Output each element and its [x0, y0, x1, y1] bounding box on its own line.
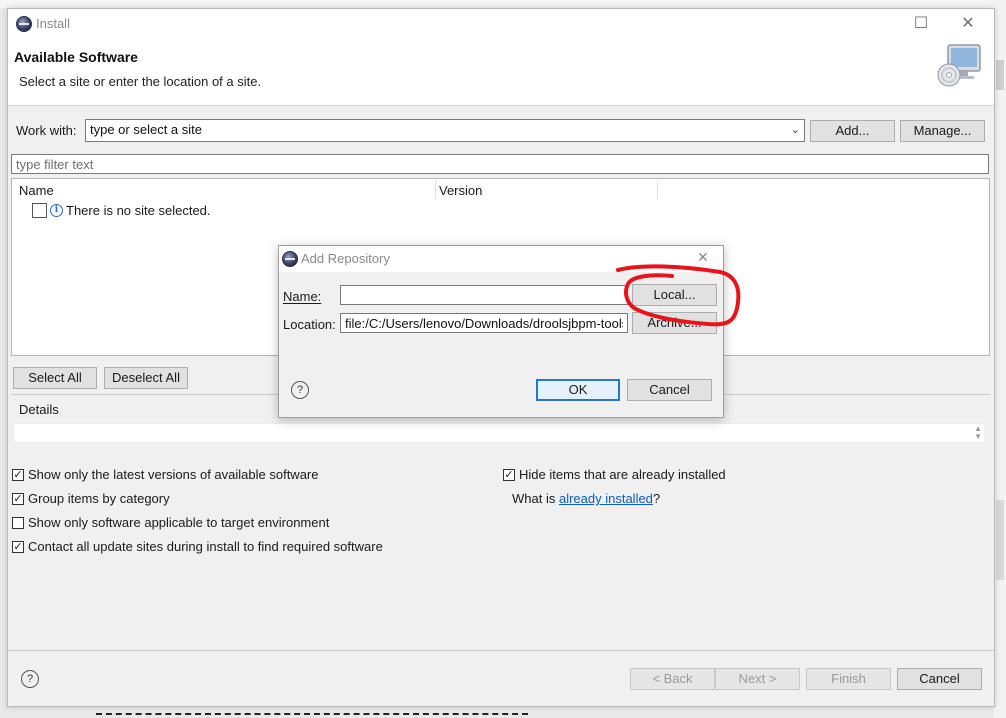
next-button[interactable]: Next > — [715, 668, 800, 690]
option-label: Hide items that are already installed — [519, 467, 726, 482]
table-row[interactable]: i There is no site selected. — [32, 201, 432, 219]
details-area[interactable]: ▲ ▼ — [13, 423, 985, 443]
dialog-cancel-button[interactable]: Cancel — [627, 379, 712, 401]
already-installed-link[interactable]: already installed — [559, 491, 653, 506]
checkbox[interactable]: ✓ — [12, 493, 24, 505]
help-icon[interactable]: ? — [291, 381, 309, 399]
help-icon[interactable]: ? — [21, 670, 39, 688]
filter-input[interactable] — [11, 154, 989, 174]
background-app-strip — [0, 0, 1006, 8]
cancel-button[interactable]: Cancel — [897, 668, 982, 690]
background-app-right — [994, 0, 1006, 718]
checkbox[interactable]: ✓ — [12, 469, 24, 481]
details-label: Details — [19, 402, 59, 417]
scroll-arrows-icon[interactable]: ▲ ▼ — [974, 425, 982, 441]
page-title: Available Software — [14, 49, 138, 65]
title-bar[interactable]: Install ☐ ✕ — [8, 9, 994, 39]
deselect-all-button[interactable]: Deselect All — [104, 367, 188, 389]
footer-separator — [8, 650, 994, 651]
option-hide-installed[interactable]: ✓ Hide items that are already installed — [503, 467, 903, 483]
option-label: Show only software applicable to target … — [28, 515, 330, 530]
option-label: Group items by category — [28, 491, 170, 506]
finish-button[interactable]: Finish — [806, 668, 891, 690]
row-checkbox[interactable] — [32, 203, 47, 218]
row-name: There is no site selected. — [66, 203, 211, 218]
eclipse-icon — [16, 16, 32, 32]
page-subtitle: Select a site or enter the location of a… — [19, 74, 262, 89]
name-label: Name: — [283, 289, 322, 304]
checkbox[interactable] — [12, 517, 24, 529]
work-with-combo[interactable]: type or select a site ⌄ — [85, 119, 805, 142]
checkbox[interactable]: ✓ — [503, 469, 515, 481]
install-banner-icon — [936, 43, 982, 89]
manage-sites-button[interactable]: Manage... — [900, 120, 985, 142]
select-all-button[interactable]: Select All — [13, 367, 97, 389]
location-input[interactable] — [340, 313, 628, 333]
window-title: Install — [36, 16, 70, 31]
red-annotation-circle — [616, 264, 741, 327]
background-scroll-mark — [996, 60, 1004, 90]
option-target-environment[interactable]: Show only software applicable to target … — [12, 515, 492, 531]
info-icon: i — [50, 204, 63, 217]
option-group-by-category[interactable]: ✓ Group items by category — [12, 491, 492, 507]
name-input[interactable] — [340, 285, 628, 305]
option-label: Contact all update sites during install … — [28, 539, 383, 554]
chevron-down-icon[interactable]: ⌄ — [791, 120, 800, 140]
option-label: Show only the latest versions of availab… — [28, 467, 319, 482]
what-is-installed-text: What is already installed? — [512, 491, 660, 506]
column-header-name[interactable]: Name — [19, 183, 54, 198]
maximize-button[interactable]: ☐ — [906, 9, 936, 39]
background-scroll-mark — [996, 500, 1004, 580]
column-header-version[interactable]: Version — [439, 183, 482, 198]
option-latest-versions[interactable]: ✓ Show only the latest versions of avail… — [12, 467, 492, 483]
work-with-label: Work with: — [16, 123, 77, 138]
option-contact-update-sites[interactable]: ✓ Contact all update sites during instal… — [12, 539, 492, 555]
what-is-suffix: ? — [652, 491, 661, 506]
eclipse-icon — [282, 251, 298, 267]
background-dashed-line — [96, 713, 528, 715]
ok-button[interactable]: OK — [536, 379, 620, 401]
what-is-prefix: What is — [512, 491, 559, 506]
location-label: Location: — [283, 317, 336, 332]
back-button[interactable]: < Back — [630, 668, 715, 690]
column-divider — [435, 181, 436, 199]
wizard-header: Available Software Select a site or ente… — [8, 39, 994, 106]
close-button[interactable]: ✕ — [953, 9, 983, 39]
work-with-value: type or select a site — [90, 122, 202, 137]
column-divider — [657, 181, 658, 199]
checkbox[interactable]: ✓ — [12, 541, 24, 553]
dialog-title: Add Repository — [301, 251, 390, 266]
add-site-button[interactable]: Add... — [810, 120, 895, 142]
